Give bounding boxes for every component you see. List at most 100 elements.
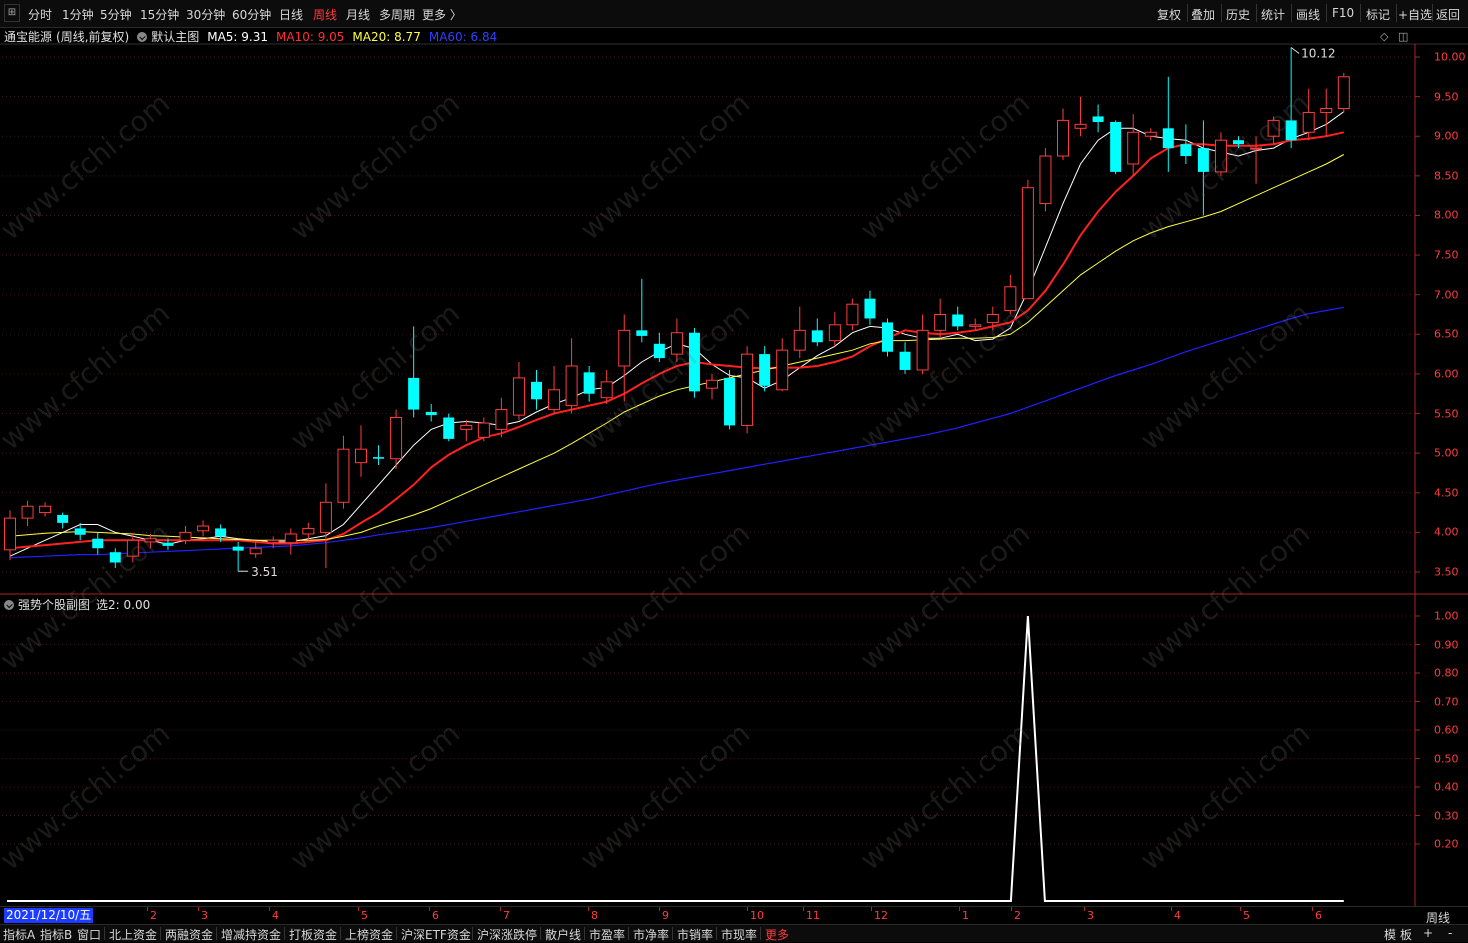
board-button[interactable]: 板 — [1400, 926, 1412, 943]
tab-etf-funds[interactable]: 沪深ETF资金 — [401, 926, 471, 943]
indicator-tick-label: 0.20 — [1434, 837, 1459, 851]
candle-up — [197, 520, 210, 537]
candle-down — [109, 548, 121, 569]
tab-ps-ratio[interactable]: 市销率 — [677, 926, 713, 943]
candle-down — [1110, 120, 1122, 175]
price-tick-label: 9.00 — [1434, 129, 1459, 143]
candle-body — [408, 377, 420, 410]
candle-body — [565, 365, 578, 407]
candle-body — [793, 329, 806, 351]
candle-body — [1267, 119, 1280, 137]
current-date: 2021/12/10/五 — [4, 908, 94, 923]
candle-down — [882, 318, 893, 357]
candle-body — [215, 528, 227, 537]
tab-dragon-tiger-funds[interactable]: 上榜资金 — [345, 926, 393, 943]
candle-body — [477, 422, 490, 438]
candle-body — [425, 411, 437, 416]
sub-indicator-name[interactable]: 强势个股副图 — [18, 598, 90, 612]
candle-body — [337, 448, 350, 503]
candle-body — [495, 409, 508, 430]
indicator-tick-label: 0.40 — [1434, 780, 1459, 794]
bottom-tab-bar: 指标A 指标B 窗口 北上资金 两融资金 增减持资金 打板资金 上榜资金 沪深E… — [0, 924, 1468, 942]
price-tick-label: 6.00 — [1434, 367, 1459, 381]
template-button[interactable]: 模 — [1384, 926, 1396, 943]
tab-northbound-funds[interactable]: 北上资金 — [109, 926, 157, 943]
dropdown-circle-icon[interactable] — [4, 600, 14, 610]
candle-body — [1092, 116, 1104, 122]
indicator-tick-label: 0.90 — [1434, 638, 1459, 651]
tab-indicator-a[interactable]: 指标A — [3, 926, 35, 943]
candle-body — [706, 379, 718, 389]
candle-down — [232, 541, 244, 572]
tab-more[interactable]: 更多 — [765, 926, 789, 943]
indicator-tick-label: 0.50 — [1434, 752, 1459, 765]
candle-down — [759, 346, 771, 392]
tab-limit-up-funds[interactable]: 打板资金 — [289, 926, 337, 943]
date-tick-label: 3 — [1087, 909, 1094, 922]
date-tick-label: 4 — [1174, 909, 1181, 922]
candle-up — [934, 298, 947, 339]
candle-down — [74, 522, 86, 541]
tab-holding-change-funds[interactable]: 增减持资金 — [221, 926, 281, 943]
candle-body — [355, 448, 367, 464]
candle-up — [4, 510, 16, 561]
tab-pcf-ratio[interactable]: 市现率 — [721, 926, 757, 943]
tab-retail-line[interactable]: 散户线 — [545, 926, 581, 943]
date-tick-label: 1 — [962, 909, 969, 922]
tab-limit-stats[interactable]: 沪深涨跌停 — [477, 926, 537, 943]
candle-up — [1074, 96, 1087, 137]
candle-body — [864, 298, 876, 319]
candle-body — [179, 531, 192, 541]
candle-down — [724, 369, 736, 430]
candle-up — [21, 500, 34, 527]
candle-up — [337, 435, 350, 509]
candle-body — [653, 343, 665, 359]
tab-pe-ratio[interactable]: 市盈率 — [589, 926, 625, 943]
candle-up — [1144, 128, 1157, 141]
candle-up — [460, 419, 473, 442]
sub-chart — [7, 615, 1344, 902]
candle-down — [425, 404, 437, 422]
candle-body — [4, 517, 16, 551]
date-tick-label: 4 — [272, 909, 279, 922]
price-tick-label: 4.00 — [1434, 525, 1459, 539]
date-tick-label: 8 — [591, 909, 598, 922]
candle-down — [864, 290, 876, 325]
price-tick-label: 7.50 — [1434, 248, 1459, 262]
date-tick-label: 5 — [1243, 909, 1250, 922]
date-tick-label: 3 — [201, 909, 208, 922]
candle-down — [92, 532, 104, 555]
candle-down — [408, 326, 420, 418]
candle-up — [1320, 88, 1333, 137]
candle-body — [688, 332, 700, 392]
indicator-tick-label: 0.80 — [1434, 666, 1459, 680]
candle-body — [670, 332, 683, 355]
candle-body — [373, 457, 385, 459]
candle-up — [477, 417, 490, 442]
tab-margin-funds[interactable]: 两融资金 — [165, 926, 213, 943]
candle-up — [618, 314, 631, 402]
candle-body — [512, 377, 525, 416]
high-marker-arrow — [1290, 47, 1300, 54]
chart-canvas[interactable]: 10.12 3.51 — [0, 0, 1468, 906]
candle-body — [443, 417, 455, 439]
candle-up — [249, 541, 262, 558]
candle-body — [846, 303, 859, 326]
candle-body — [249, 547, 262, 555]
zoom-in-button[interactable]: + — [1423, 926, 1433, 940]
candle-body — [144, 538, 157, 543]
candle-body — [776, 349, 789, 391]
indicator-tick-label: 0.30 — [1434, 809, 1459, 822]
candle-up — [793, 306, 806, 359]
candle-down — [1092, 104, 1104, 133]
tab-pb-ratio[interactable]: 市净率 — [633, 926, 669, 943]
price-tick-label: 9.50 — [1434, 90, 1459, 104]
candle-body — [232, 546, 244, 551]
zoom-out-button[interactable]: - — [1448, 926, 1452, 940]
candle-down — [531, 369, 542, 410]
tab-indicator-b[interactable]: 指标B — [40, 926, 72, 943]
tab-window[interactable]: 窗口 — [77, 926, 101, 943]
candle-body — [548, 389, 561, 411]
candle-down — [57, 512, 69, 529]
signal-line — [7, 615, 1344, 902]
